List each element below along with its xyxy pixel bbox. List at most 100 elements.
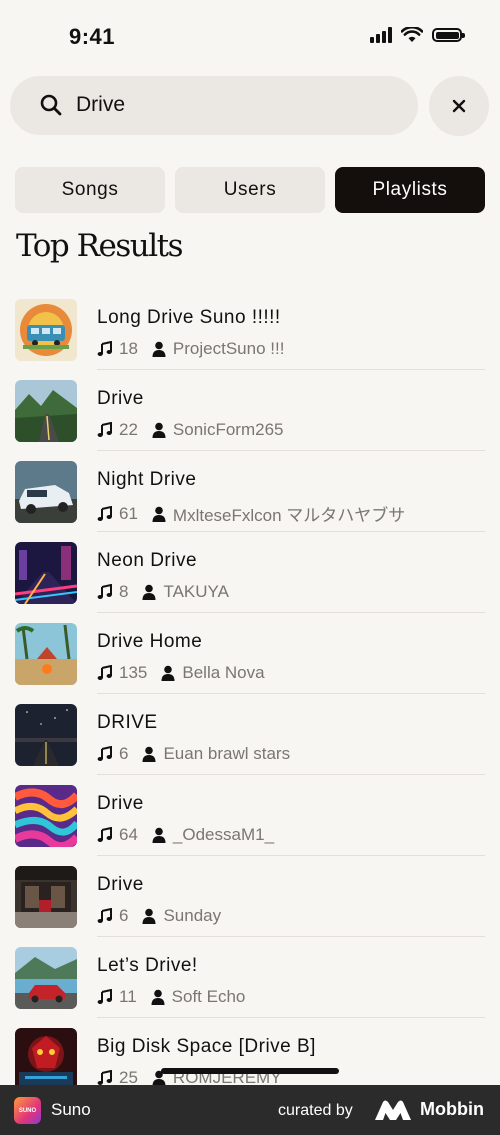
attribution-footer: SUNO Suno curated by Mobbin <box>0 1085 500 1135</box>
user-icon <box>152 506 166 522</box>
music-note-icon <box>97 341 112 356</box>
result-type-tabs: Songs Users Playlists <box>15 167 485 213</box>
divider <box>97 855 485 856</box>
playlist-meta: 11 Soft Echo <box>97 987 245 1007</box>
app-icon: SUNO <box>14 1097 41 1124</box>
creator-name: Bella Nova <box>182 663 265 682</box>
playlist-cover <box>15 1028 77 1090</box>
playlist-meta: 61 MxlteseFxlcon マルタハヤブサ <box>97 501 405 526</box>
playlist-cover <box>15 461 77 523</box>
list-item[interactable]: Neon Drive 8 TAKUYA <box>0 540 500 621</box>
user-icon <box>152 422 166 438</box>
list-item[interactable]: Let’s Drive! 11 Soft Echo <box>0 945 500 1026</box>
user-icon <box>161 665 175 681</box>
curated-by-label: curated by <box>278 1102 353 1119</box>
playlist-meta: 135 Bella Nova <box>97 663 265 683</box>
tab-songs[interactable]: Songs <box>15 167 165 213</box>
song-count: 22 <box>119 420 138 439</box>
song-count: 18 <box>119 339 138 358</box>
user-icon <box>142 746 156 762</box>
creator-name: MxlteseFxlcon マルタハヤブサ <box>172 506 406 525</box>
playlist-title: Neon Drive <box>97 550 198 571</box>
tab-playlists[interactable]: Playlists <box>335 167 485 213</box>
section-heading: Top Results <box>16 228 183 264</box>
list-item[interactable]: DRIVE 6 Euan brawl stars <box>0 702 500 783</box>
playlist-meta: 6 Euan brawl stars <box>97 744 290 764</box>
creator-name: SonicForm265 <box>172 420 284 439</box>
divider <box>97 612 485 613</box>
playlist-cover <box>15 623 77 685</box>
song-count: 6 <box>119 744 129 763</box>
creator-name: Euan brawl stars <box>163 744 291 763</box>
music-note-icon <box>97 584 112 599</box>
playlist-title: Drive Home <box>97 631 203 652</box>
search-input[interactable] <box>76 90 396 120</box>
mobbin-brand: Mobbin <box>420 1099 484 1119</box>
playlist-cover <box>15 704 77 766</box>
list-item[interactable]: Drive 22 SonicForm265 <box>0 378 500 459</box>
playlist-cover <box>15 947 77 1009</box>
song-count: 135 <box>119 663 148 682</box>
creator-name: Sunday <box>163 906 222 925</box>
divider <box>97 936 485 937</box>
user-icon <box>142 584 156 600</box>
divider <box>97 774 485 775</box>
playlist-meta: 6 Sunday <box>97 906 221 926</box>
playlist-meta: 18 ProjectSuno !!! <box>97 339 284 359</box>
list-item[interactable]: Night Drive 61 MxlteseFxlcon マルタハヤブサ <box>0 459 500 540</box>
list-item[interactable]: Drive 64 _OdessaM1_ <box>0 783 500 864</box>
playlist-meta: 8 TAKUYA <box>97 582 229 602</box>
battery-icon <box>432 28 465 42</box>
divider <box>97 450 485 451</box>
music-note-icon <box>97 1070 112 1085</box>
playlist-cover <box>15 542 77 604</box>
list-item[interactable]: Long Drive Suno !!!!! 18 ProjectSuno !!! <box>0 297 500 378</box>
song-count: 64 <box>119 825 138 844</box>
playlist-title: Drive <box>97 388 144 409</box>
divider <box>97 531 485 532</box>
user-icon <box>151 989 165 1005</box>
creator-name: TAKUYA <box>163 582 229 601</box>
playlist-title: DRIVE <box>97 712 158 733</box>
playlist-title: Big Disk Space [Drive B] <box>97 1036 316 1057</box>
list-item[interactable]: Drive Home 135 Bella Nova <box>0 621 500 702</box>
playlist-meta: 64 _OdessaM1_ <box>97 825 274 845</box>
song-count: 11 <box>119 987 137 1006</box>
playlist-meta: 22 SonicForm265 <box>97 420 283 440</box>
music-note-icon <box>97 989 112 1004</box>
tab-users[interactable]: Users <box>175 167 325 213</box>
cellular-signal-icon <box>370 27 392 43</box>
playlist-cover <box>15 785 77 847</box>
wifi-icon <box>401 27 423 42</box>
creator-name: Soft Echo <box>171 987 246 1006</box>
playlist-cover <box>15 866 77 928</box>
home-indicator[interactable] <box>161 1068 339 1074</box>
status-time: 9:41 <box>69 24 116 49</box>
playlist-title: Drive <box>97 874 144 895</box>
playlist-title: Night Drive <box>97 469 197 490</box>
user-icon <box>152 341 166 357</box>
music-note-icon <box>97 908 112 923</box>
playlist-title: Drive <box>97 793 144 814</box>
status-bar: 9:41 <box>0 0 500 74</box>
user-icon <box>142 908 156 924</box>
status-icons <box>370 27 465 43</box>
playlist-title: Long Drive Suno !!!!! <box>97 307 281 328</box>
divider <box>97 693 485 694</box>
playlist-title: Let’s Drive! <box>97 955 198 976</box>
clear-search-button[interactable] <box>429 76 489 136</box>
song-count: 8 <box>119 582 129 601</box>
song-count: 61 <box>119 503 138 523</box>
song-count: 6 <box>119 906 129 925</box>
app-name: Suno <box>51 1100 91 1119</box>
playlist-cover <box>15 380 77 442</box>
search-bar[interactable] <box>10 76 418 135</box>
user-icon <box>152 827 166 843</box>
divider <box>97 1017 485 1018</box>
music-note-icon <box>97 422 112 437</box>
creator-name: _OdessaM1_ <box>172 825 275 844</box>
divider <box>97 369 485 370</box>
mobbin-logo-icon <box>375 1100 411 1120</box>
list-item[interactable]: Drive 6 Sunday <box>0 864 500 945</box>
playlist-cover <box>15 299 77 361</box>
